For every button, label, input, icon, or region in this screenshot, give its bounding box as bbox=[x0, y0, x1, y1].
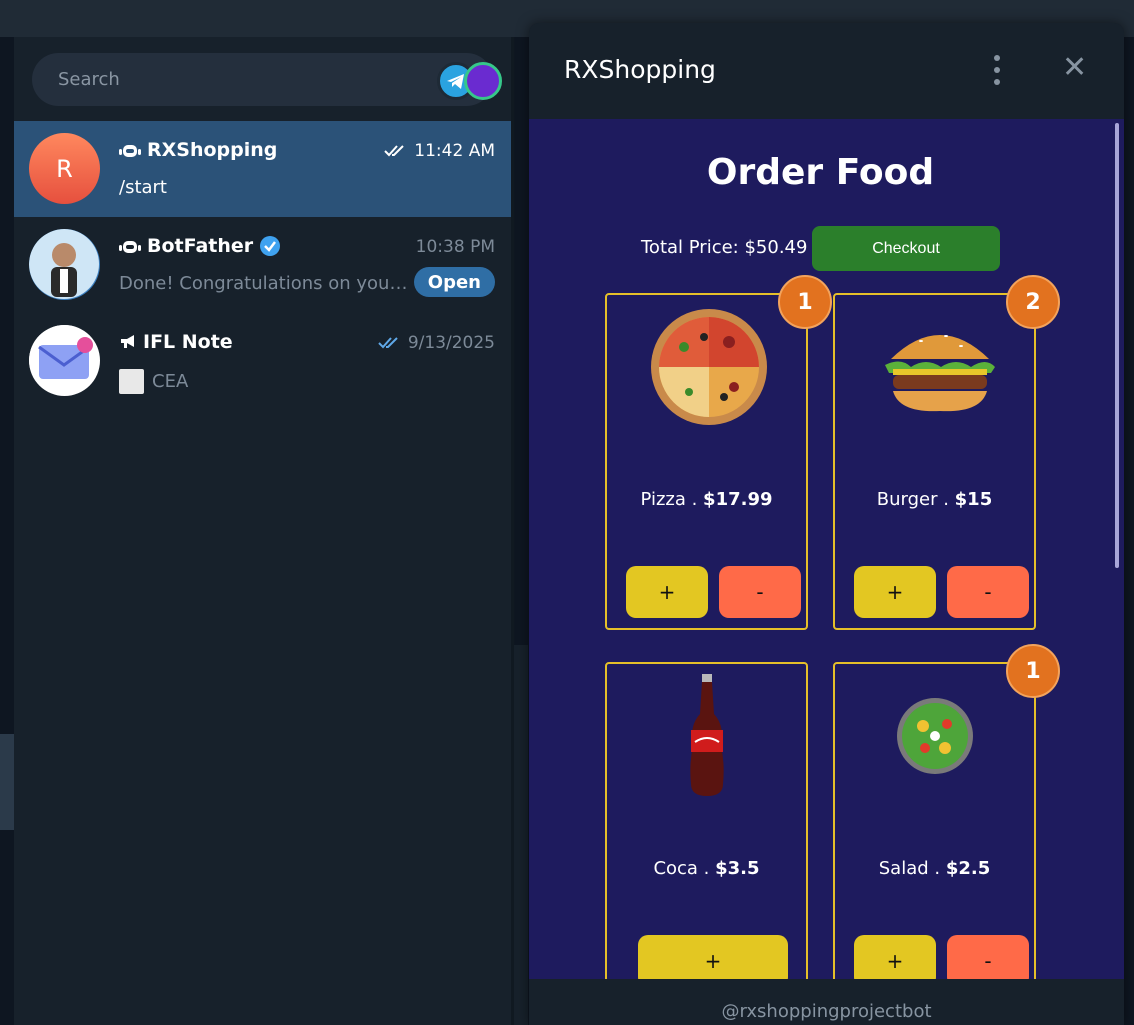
chat-name: RXShopping bbox=[147, 139, 278, 161]
quantity-badge: 1 bbox=[778, 275, 832, 329]
chat-list-sidebar: R RXShopping 11:42 AM /start BotFather 1… bbox=[14, 37, 511, 1025]
item-name: Burger . bbox=[876, 489, 955, 510]
item-name: Coca . bbox=[653, 858, 716, 879]
quantity-badge: 1 bbox=[1006, 644, 1060, 698]
add-button[interactable]: + bbox=[638, 935, 788, 979]
add-button[interactable]: + bbox=[854, 566, 936, 618]
chat-item-botfather[interactable]: BotFather 10:38 PM Done! Congratulations… bbox=[14, 217, 511, 313]
total-price: Total Price: $50.49 bbox=[641, 237, 808, 258]
chat-name: IFL Note bbox=[143, 331, 233, 353]
double-check-icon bbox=[378, 337, 398, 349]
food-card-salad: 1 Salad . $2.5 + - bbox=[833, 644, 1060, 979]
bot-username: @rxshoppingprojectbot bbox=[721, 1001, 932, 1022]
account-avatar-icon[interactable] bbox=[464, 62, 502, 100]
open-button[interactable]: Open bbox=[413, 267, 495, 297]
burger-icon bbox=[885, 335, 995, 412]
megaphone-icon bbox=[121, 335, 134, 348]
chat-last-message: /start bbox=[119, 177, 167, 198]
salad-icon bbox=[897, 698, 973, 774]
panel-header: RXShopping ✕ bbox=[529, 23, 1124, 119]
checkout-button[interactable]: Checkout bbox=[812, 226, 1000, 271]
avatar bbox=[29, 229, 100, 300]
remove-button[interactable]: - bbox=[947, 935, 1029, 979]
chat-item-ifl-note[interactable]: IFL Note 9/13/2025 CEA bbox=[14, 313, 511, 409]
coca-bottle-icon bbox=[690, 674, 724, 796]
panel-title: RXShopping bbox=[564, 55, 716, 84]
item-price: $17.99 bbox=[703, 489, 773, 510]
panel-footer: @rxshoppingprojectbot bbox=[529, 979, 1124, 1025]
avatar: R bbox=[29, 133, 100, 204]
document-icon bbox=[119, 369, 144, 394]
chat-time: 9/13/2025 bbox=[407, 333, 495, 353]
search-input[interactable] bbox=[58, 66, 398, 92]
chat-item-rxshopping[interactable]: R RXShopping 11:42 AM /start bbox=[14, 121, 511, 217]
chat-name: BotFather bbox=[147, 235, 254, 257]
web-app-view: Order Food Total Price: $50.49 Checkout … bbox=[529, 119, 1124, 979]
food-card-pizza: 1 Pizza . $17.99 + - bbox=[605, 275, 832, 630]
bot-icon bbox=[119, 145, 141, 157]
remove-button[interactable]: - bbox=[947, 566, 1029, 618]
search-bar bbox=[32, 53, 502, 106]
remove-button[interactable]: - bbox=[719, 566, 801, 618]
chat-time: 10:38 PM bbox=[415, 237, 495, 257]
pizza-icon bbox=[651, 309, 767, 425]
food-card-burger: 2 Burger . $15 + - bbox=[833, 275, 1060, 630]
chat-last-message: Done! Congratulations on your new bot. Y… bbox=[119, 273, 409, 294]
mini-app-panel: RXShopping ✕ Order Food Total Price: $50… bbox=[529, 23, 1124, 1025]
more-options-icon[interactable] bbox=[987, 55, 1007, 85]
add-button[interactable]: + bbox=[854, 935, 936, 979]
bot-icon bbox=[119, 241, 141, 253]
add-button[interactable]: + bbox=[626, 566, 708, 618]
chat-time: 11:42 AM bbox=[414, 141, 495, 161]
scrollbar[interactable] bbox=[1115, 123, 1119, 568]
item-price: $3.5 bbox=[715, 858, 760, 879]
avatar bbox=[29, 325, 100, 396]
item-price: $15 bbox=[954, 489, 993, 510]
verified-icon bbox=[260, 236, 281, 256]
item-name: Salad . bbox=[878, 858, 946, 879]
food-card-coca: Coca . $3.5 + bbox=[605, 662, 808, 979]
item-name: Pizza . bbox=[640, 489, 704, 510]
close-icon[interactable]: ✕ bbox=[1062, 53, 1087, 83]
left-edge-strip bbox=[0, 37, 14, 1025]
double-check-icon bbox=[384, 145, 405, 157]
page-title: Order Food bbox=[706, 152, 935, 193]
quantity-badge: 2 bbox=[1006, 275, 1060, 329]
item-price: $2.5 bbox=[945, 858, 991, 879]
chat-last-message: CEA bbox=[152, 371, 189, 392]
